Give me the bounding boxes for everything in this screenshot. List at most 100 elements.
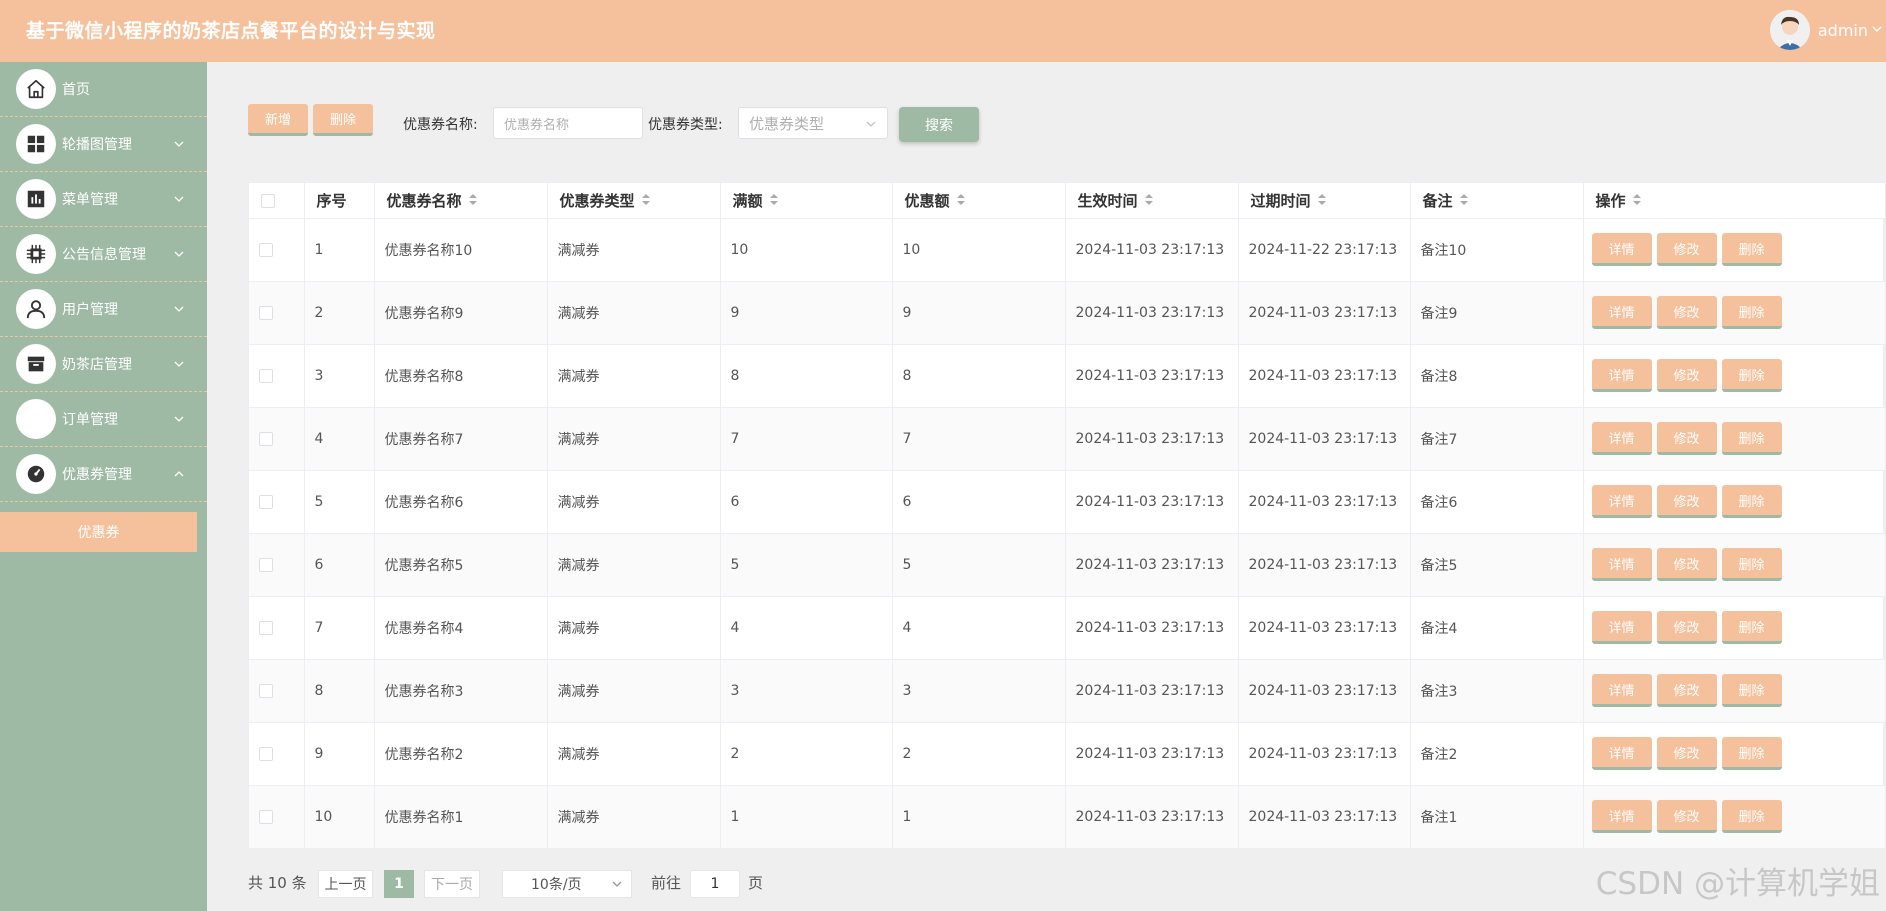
detail-button[interactable]: 详情 <box>1591 674 1652 707</box>
row-checkbox[interactable] <box>259 305 273 320</box>
column-header[interactable]: 操作 <box>1583 183 1886 219</box>
table-row[interactable]: 4 优惠券名称7 满减券 7 7 2024-11-03 23:17:13 2024-11-0… <box>249 407 1886 471</box>
delete-button[interactable]: 删除 <box>1721 233 1782 266</box>
table-row[interactable]: 1 优惠券名称10 满减券 10 10 2024-11-03 23:17:13 2024-1… <box>249 218 1886 282</box>
row-checkbox[interactable] <box>259 683 273 698</box>
edit-button[interactable]: 修改 <box>1656 800 1717 833</box>
column-header[interactable]: 优惠券名称 <box>374 183 548 219</box>
sort-icon[interactable] <box>1459 192 1469 210</box>
delete-button[interactable]: 删除 <box>1721 611 1782 644</box>
delete-button[interactable]: 删除 <box>1721 296 1782 329</box>
goto-page-input[interactable]: 1 <box>690 870 740 898</box>
detail-button[interactable]: 详情 <box>1591 359 1652 392</box>
row-checkbox[interactable] <box>259 242 273 257</box>
edit-button[interactable]: 修改 <box>1656 296 1717 329</box>
row-checkbox[interactable] <box>259 494 273 509</box>
row-checkbox[interactable] <box>259 557 273 572</box>
row-checkbox[interactable] <box>259 809 273 824</box>
delete-button[interactable]: 删除 <box>1721 359 1782 392</box>
sort-icon[interactable] <box>1317 192 1327 210</box>
batch-delete-button[interactable]: 删除 <box>313 104 373 136</box>
username[interactable]: admin <box>1818 21 1868 40</box>
row-checkbox[interactable] <box>259 746 273 761</box>
edit-button[interactable]: 修改 <box>1656 485 1717 518</box>
column-header[interactable]: 满额 <box>720 183 893 219</box>
detail-button[interactable]: 详情 <box>1591 548 1652 581</box>
sidebar-item-home[interactable]: 首页 <box>0 62 207 117</box>
delete-button[interactable]: 删除 <box>1721 485 1782 518</box>
edit-button[interactable]: 修改 <box>1656 233 1717 266</box>
table-row[interactable]: 6 优惠券名称5 满减券 5 5 2024-11-03 23:17:13 2024-11-0… <box>249 533 1886 597</box>
avatar[interactable] <box>1769 10 1810 50</box>
delete-button[interactable]: 删除 <box>1721 674 1782 707</box>
row-select-cell[interactable] <box>249 218 305 282</box>
column-header[interactable]: 备注 <box>1410 183 1584 219</box>
next-page-button[interactable]: 下一页 <box>424 870 480 898</box>
detail-button[interactable]: 详情 <box>1591 422 1652 455</box>
sidebar-item-menu[interactable]: 菜单管理 <box>0 172 207 227</box>
sort-icon[interactable] <box>468 192 478 210</box>
row-select-cell[interactable] <box>249 344 305 408</box>
page-size-select[interactable]: 10条/页 <box>502 870 632 898</box>
edit-button[interactable]: 修改 <box>1656 422 1717 455</box>
column-header[interactable]: 优惠券类型 <box>547 183 721 219</box>
sort-icon[interactable] <box>641 192 651 210</box>
sidebar-item-orders[interactable]: 订单管理 <box>0 392 207 447</box>
detail-button[interactable]: 详情 <box>1591 611 1652 644</box>
row-checkbox[interactable] <box>259 368 273 383</box>
add-button[interactable]: 新增 <box>248 104 308 136</box>
detail-button[interactable]: 详情 <box>1591 233 1652 266</box>
table-row[interactable]: 9 优惠券名称2 满减券 2 2 2024-11-03 23:17:13 2024-11-0… <box>249 722 1886 786</box>
row-select-cell[interactable] <box>249 596 305 660</box>
row-select-cell[interactable] <box>249 470 305 534</box>
name-search-input[interactable]: 优惠券名称 <box>493 107 643 139</box>
prev-page-button[interactable]: 上一页 <box>318 870 373 898</box>
select-all-cell[interactable] <box>249 183 305 219</box>
type-select[interactable]: 优惠券类型 <box>738 107 888 139</box>
column-header[interactable]: 过期时间 <box>1238 183 1411 219</box>
edit-button[interactable]: 修改 <box>1656 359 1717 392</box>
row-select-cell[interactable] <box>249 659 305 723</box>
sidebar-subitem-coupon[interactable]: 优惠券 <box>0 512 197 552</box>
select-all-checkbox[interactable] <box>261 193 275 208</box>
row-checkbox[interactable] <box>259 431 273 446</box>
sort-icon[interactable] <box>1632 192 1642 210</box>
sidebar-item-carousel[interactable]: 轮播图管理 <box>0 117 207 172</box>
table-row[interactable]: 10 优惠券名称1 满减券 1 1 2024-11-03 23:17:13 2024-11-… <box>249 785 1886 849</box>
sidebar-item-shops[interactable]: 奶茶店管理 <box>0 337 207 392</box>
delete-button[interactable]: 删除 <box>1721 422 1782 455</box>
table-row[interactable]: 2 优惠券名称9 满减券 9 9 2024-11-03 23:17:13 2024-11-0… <box>249 281 1886 345</box>
sidebar-item-users[interactable]: 用户管理 <box>0 282 207 337</box>
row-checkbox[interactable] <box>259 620 273 635</box>
table-row[interactable]: 7 优惠券名称4 满减券 4 4 2024-11-03 23:17:13 2024-11-0… <box>249 596 1886 660</box>
edit-button[interactable]: 修改 <box>1656 548 1717 581</box>
edit-button[interactable]: 修改 <box>1656 674 1717 707</box>
sidebar-item-coupons[interactable]: 优惠券管理 <box>0 447 207 502</box>
row-select-cell[interactable] <box>249 281 305 345</box>
chevron-down-icon[interactable] <box>1872 23 1886 37</box>
column-header[interactable]: 生效时间 <box>1065 183 1239 219</box>
table-row[interactable]: 8 优惠券名称3 满减券 3 3 2024-11-03 23:17:13 2024-11-0… <box>249 659 1886 723</box>
sidebar-item-notice[interactable]: 公告信息管理 <box>0 227 207 282</box>
detail-button[interactable]: 详情 <box>1591 485 1652 518</box>
detail-button[interactable]: 详情 <box>1591 800 1652 833</box>
search-button[interactable]: 搜索 <box>899 107 979 142</box>
delete-button[interactable]: 删除 <box>1721 548 1782 581</box>
sort-icon[interactable] <box>956 192 966 210</box>
table-row[interactable]: 3 优惠券名称8 满减券 8 8 2024-11-03 23:17:13 2024-11-0… <box>249 344 1886 408</box>
row-select-cell[interactable] <box>249 407 305 471</box>
delete-button[interactable]: 删除 <box>1721 737 1782 770</box>
edit-button[interactable]: 修改 <box>1656 737 1717 770</box>
edit-button[interactable]: 修改 <box>1656 611 1717 644</box>
current-page[interactable]: 1 <box>384 870 414 898</box>
user-menu[interactable]: admin <box>1769 10 1886 50</box>
row-select-cell[interactable] <box>249 722 305 786</box>
detail-button[interactable]: 详情 <box>1591 296 1652 329</box>
sort-icon[interactable] <box>1144 192 1154 210</box>
row-select-cell[interactable] <box>249 785 305 849</box>
row-select-cell[interactable] <box>249 533 305 597</box>
sort-icon[interactable] <box>769 192 779 210</box>
detail-button[interactable]: 详情 <box>1591 737 1652 770</box>
delete-button[interactable]: 删除 <box>1721 800 1782 833</box>
column-header[interactable]: 优惠额 <box>892 183 1066 219</box>
